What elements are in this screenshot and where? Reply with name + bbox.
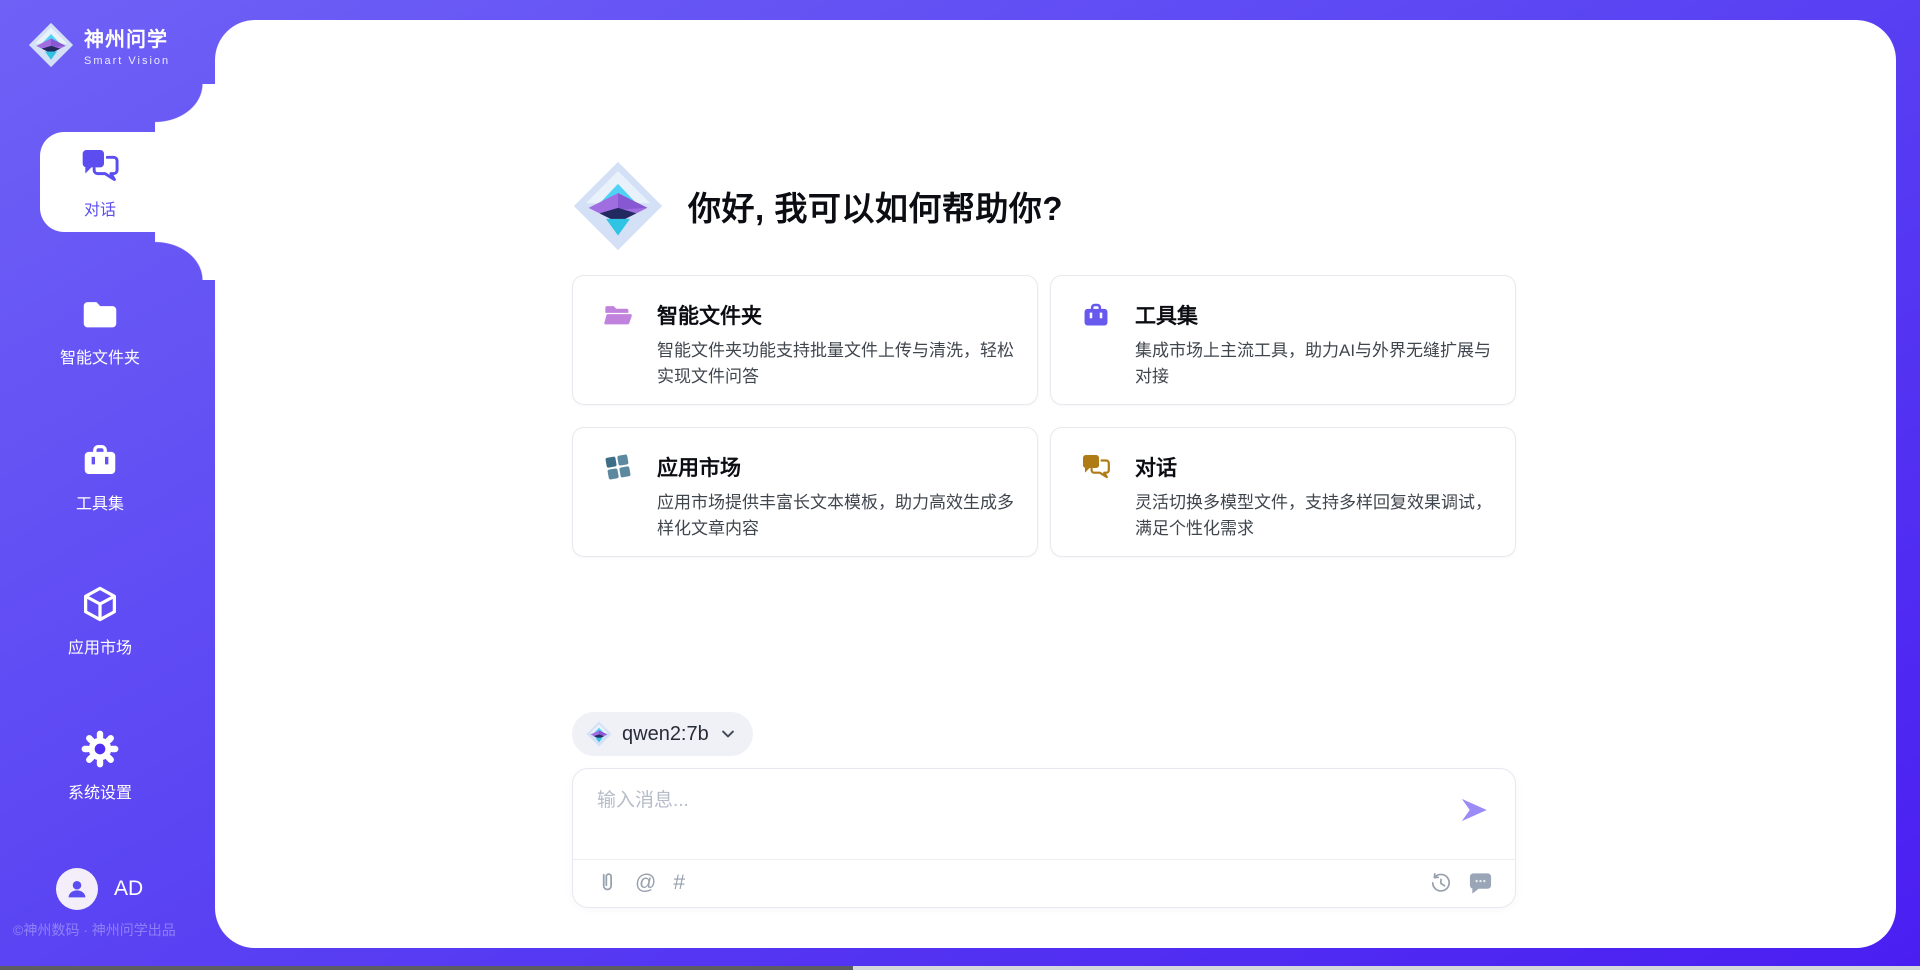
card-description: 智能文件夹功能支持批量文件上传与清洗，轻松实现文件问答 bbox=[657, 338, 1019, 389]
greeting: 你好, 我可以如何帮助你? bbox=[572, 160, 1063, 252]
card-title: 智能文件夹 bbox=[657, 300, 762, 330]
cube-icon bbox=[80, 584, 120, 624]
sidebar-item-label: 系统设置 bbox=[0, 779, 200, 803]
scrollbar-thumb[interactable] bbox=[0, 966, 853, 970]
card-title: 工具集 bbox=[1135, 300, 1198, 330]
grid-icon bbox=[603, 452, 633, 482]
chevron-down-icon bbox=[719, 725, 737, 743]
feature-cards: 智能文件夹 智能文件夹功能支持批量文件上传与清洗，轻松实现文件问答 工具集 集成… bbox=[572, 275, 1516, 557]
brand: 神州问学 Smart Vision bbox=[28, 22, 170, 68]
sidebar-item-label: 对话 bbox=[0, 196, 200, 220]
history-icon[interactable] bbox=[1429, 871, 1452, 895]
gear-icon bbox=[80, 729, 120, 769]
brand-logo-icon bbox=[28, 22, 74, 68]
card-title: 应用市场 bbox=[657, 452, 741, 482]
card-smart-folder[interactable]: 智能文件夹 智能文件夹功能支持批量文件上传与清洗，轻松实现文件问答 bbox=[572, 275, 1038, 405]
person-icon bbox=[64, 876, 90, 902]
sidebar-item-app-market[interactable]: 应用市场 bbox=[0, 584, 200, 658]
user-initials: AD bbox=[114, 877, 143, 901]
composer-divider bbox=[573, 859, 1515, 860]
main-panel: 你好, 我可以如何帮助你? 智能文件夹 智能文件夹功能支持批量文件上传与清洗，轻… bbox=[215, 20, 1896, 948]
message-composer: @ # bbox=[572, 768, 1516, 908]
copyright-text: ©神州数码 · 神州问学出品 bbox=[13, 920, 176, 940]
card-toolset[interactable]: 工具集 集成市场上主流工具，助力AI与外界无缝扩展与对接 bbox=[1050, 275, 1516, 405]
card-description: 集成市场上主流工具，助力AI与外界无缝扩展与对接 bbox=[1135, 338, 1497, 389]
sidebar-item-toolset[interactable]: 工具集 bbox=[0, 440, 200, 514]
greeting-title: 你好, 我可以如何帮助你? bbox=[688, 182, 1063, 230]
hash-icon[interactable]: # bbox=[673, 871, 685, 895]
send-icon[interactable] bbox=[1457, 793, 1491, 827]
card-description: 应用市场提供丰富长文本模板，助力高效生成多样化文章内容 bbox=[657, 490, 1019, 541]
sidebar-item-chat[interactable]: 对话 bbox=[0, 146, 200, 220]
card-header: 智能文件夹 bbox=[603, 300, 1015, 330]
sidebar-item-label: 工具集 bbox=[0, 490, 200, 514]
folder-icon bbox=[80, 294, 120, 334]
sidebar-item-settings[interactable]: 系统设置 bbox=[0, 729, 200, 803]
sidebar: 神州问学 Smart Vision 对话 智能文件夹 工具集 应用市场 系统设置 bbox=[0, 0, 215, 970]
brand-subtitle: Smart Vision bbox=[84, 55, 170, 67]
brand-name: 神州问学 bbox=[84, 23, 170, 52]
logo-diamond-icon bbox=[586, 721, 612, 747]
sidebar-item-label: 应用市场 bbox=[0, 634, 200, 658]
chat-bubbles-icon bbox=[1081, 452, 1111, 482]
message-input[interactable] bbox=[597, 785, 1417, 817]
sidebar-item-smart-folder[interactable]: 智能文件夹 bbox=[0, 294, 200, 368]
card-header: 应用市场 bbox=[603, 452, 1015, 482]
toolbox-icon bbox=[80, 440, 120, 480]
at-icon[interactable]: @ bbox=[635, 871, 656, 895]
active-tab-fillet-bottom bbox=[155, 232, 216, 280]
card-description: 灵活切换多模型文件，支持多样回复效果调试，满足个性化需求 bbox=[1135, 490, 1497, 541]
sidebar-item-label: 智能文件夹 bbox=[0, 344, 200, 368]
card-header: 对话 bbox=[1081, 452, 1493, 482]
model-name: qwen2:7b bbox=[622, 723, 709, 746]
composer-tools-left: @ # bbox=[595, 871, 685, 895]
model-selector[interactable]: qwen2:7b bbox=[572, 712, 753, 756]
avatar bbox=[56, 868, 98, 910]
horizontal-scrollbar[interactable] bbox=[0, 966, 1920, 970]
composer-tools-right bbox=[1429, 871, 1493, 895]
chat-bubbles-icon bbox=[80, 146, 120, 186]
card-app-market[interactable]: 应用市场 应用市场提供丰富长文本模板，助力高效生成多样化文章内容 bbox=[572, 427, 1038, 557]
message-icon[interactable] bbox=[1468, 871, 1493, 895]
folder-open-icon bbox=[603, 300, 633, 330]
card-chat[interactable]: 对话 灵活切换多模型文件，支持多样回复效果调试，满足个性化需求 bbox=[1050, 427, 1516, 557]
brand-text: 神州问学 Smart Vision bbox=[84, 23, 170, 67]
paperclip-icon[interactable] bbox=[595, 871, 618, 895]
card-title: 对话 bbox=[1135, 452, 1177, 482]
card-header: 工具集 bbox=[1081, 300, 1493, 330]
toolbox-icon bbox=[1081, 300, 1111, 330]
user-profile[interactable]: AD bbox=[56, 868, 143, 910]
active-tab-fillet-top bbox=[155, 84, 216, 132]
app-background: 神州问学 Smart Vision 对话 智能文件夹 工具集 应用市场 系统设置 bbox=[0, 0, 1920, 970]
logo-diamond-icon bbox=[572, 160, 664, 252]
